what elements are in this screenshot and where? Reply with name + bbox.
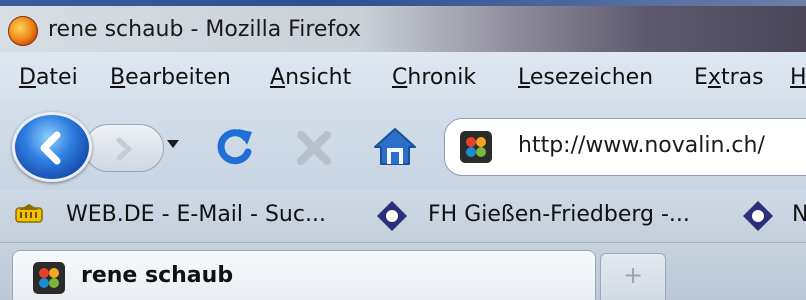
menu-bar: Datei Bearbeiten Ansicht Chronik Lesezei… — [0, 52, 806, 102]
site-favicon-icon — [460, 131, 492, 163]
navigation-toolbar: http://www.novalin.ch/ — [0, 102, 806, 190]
forward-button[interactable] — [84, 124, 164, 172]
menu-hilfe[interactable]: H — [790, 65, 806, 90]
url-text[interactable]: http://www.novalin.ch/ — [518, 133, 765, 158]
stop-icon[interactable] — [295, 129, 333, 167]
firefox-icon — [8, 16, 38, 46]
tab-favicon-icon — [33, 262, 65, 294]
title-bar: rene schaub - Mozilla Firefox — [0, 6, 806, 52]
forward-arrow-icon — [116, 137, 132, 161]
bookmark-fh-giessen[interactable]: FH Gießen-Friedberg -... — [428, 202, 690, 227]
window-title: rene schaub - Mozilla Firefox — [48, 17, 361, 42]
fh-diamond-icon — [743, 201, 773, 231]
tab-rene-schaub[interactable]: rene schaub — [12, 250, 596, 300]
menu-bearbeiten[interactable]: Bearbeiten — [110, 65, 231, 90]
bookmark-third[interactable]: N — [792, 202, 806, 227]
plus-icon: + — [622, 261, 644, 289]
url-bar[interactable]: http://www.novalin.ch/ — [444, 118, 806, 176]
menu-datei[interactable]: Datei — [19, 65, 78, 90]
menu-chronik[interactable]: Chronik — [392, 65, 476, 90]
home-icon[interactable] — [372, 126, 418, 168]
history-dropdown-icon[interactable] — [165, 138, 181, 150]
new-tab-button[interactable]: + — [600, 253, 666, 300]
menu-extras[interactable]: Extras — [694, 65, 764, 90]
fh-diamond-icon — [377, 201, 407, 231]
bookmark-webde[interactable]: WEB.DE - E-Mail - Suc... — [66, 202, 326, 227]
menu-lesezeichen[interactable]: Lesezeichen — [518, 65, 653, 90]
menu-ansicht[interactable]: Ansicht — [270, 65, 351, 90]
reload-icon[interactable] — [214, 126, 256, 168]
back-button[interactable] — [12, 112, 92, 182]
webde-icon — [15, 204, 43, 223]
tab-label: rene schaub — [81, 263, 234, 288]
back-arrow-icon — [40, 131, 61, 165]
bookmarks-toolbar: WEB.DE - E-Mail - Suc... FH Gießen-Fried… — [0, 190, 806, 242]
tab-bar: rene schaub + — [0, 242, 806, 300]
